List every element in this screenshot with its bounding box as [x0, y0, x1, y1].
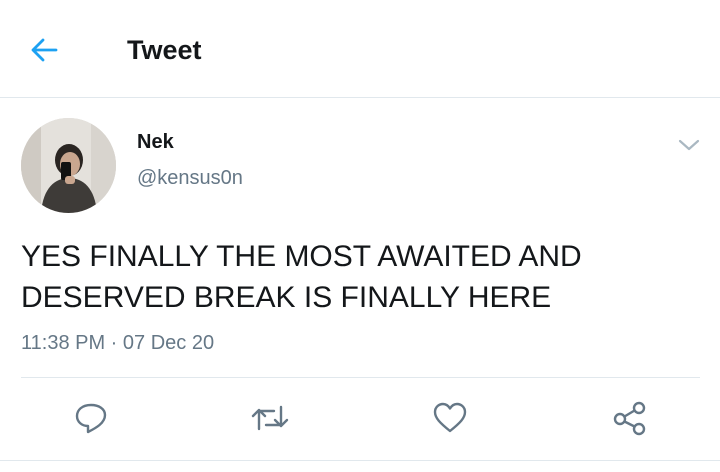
- top-bar: Tweet: [0, 0, 720, 98]
- tweet-menu-button[interactable]: [672, 128, 706, 162]
- tweet-actions: [0, 396, 720, 440]
- reply-icon: [75, 403, 107, 434]
- share-button[interactable]: [608, 396, 652, 440]
- like-button[interactable]: [428, 396, 472, 440]
- reply-button[interactable]: [69, 396, 113, 440]
- page-title: Tweet: [127, 35, 202, 65]
- retweet-button[interactable]: [248, 396, 292, 440]
- author-name[interactable]: Nek: [137, 130, 174, 154]
- divider: [21, 377, 700, 378]
- author-handle[interactable]: @kensus0n: [137, 166, 243, 190]
- tweet-timestamp[interactable]: 11:38 PM · 07 Dec 20: [21, 330, 214, 356]
- avatar[interactable]: [21, 118, 116, 213]
- chevron-down-icon: [678, 139, 700, 151]
- share-icon: [613, 401, 646, 436]
- arrow-left-icon: [31, 38, 58, 62]
- avatar-image: [21, 118, 116, 213]
- divider: [0, 460, 720, 461]
- heart-icon: [433, 402, 467, 433]
- retweet-icon: [251, 405, 289, 431]
- tweet-text: YES FINALLY THE MOST AWAITED AND DESERVE…: [21, 240, 582, 314]
- back-button[interactable]: [22, 28, 66, 72]
